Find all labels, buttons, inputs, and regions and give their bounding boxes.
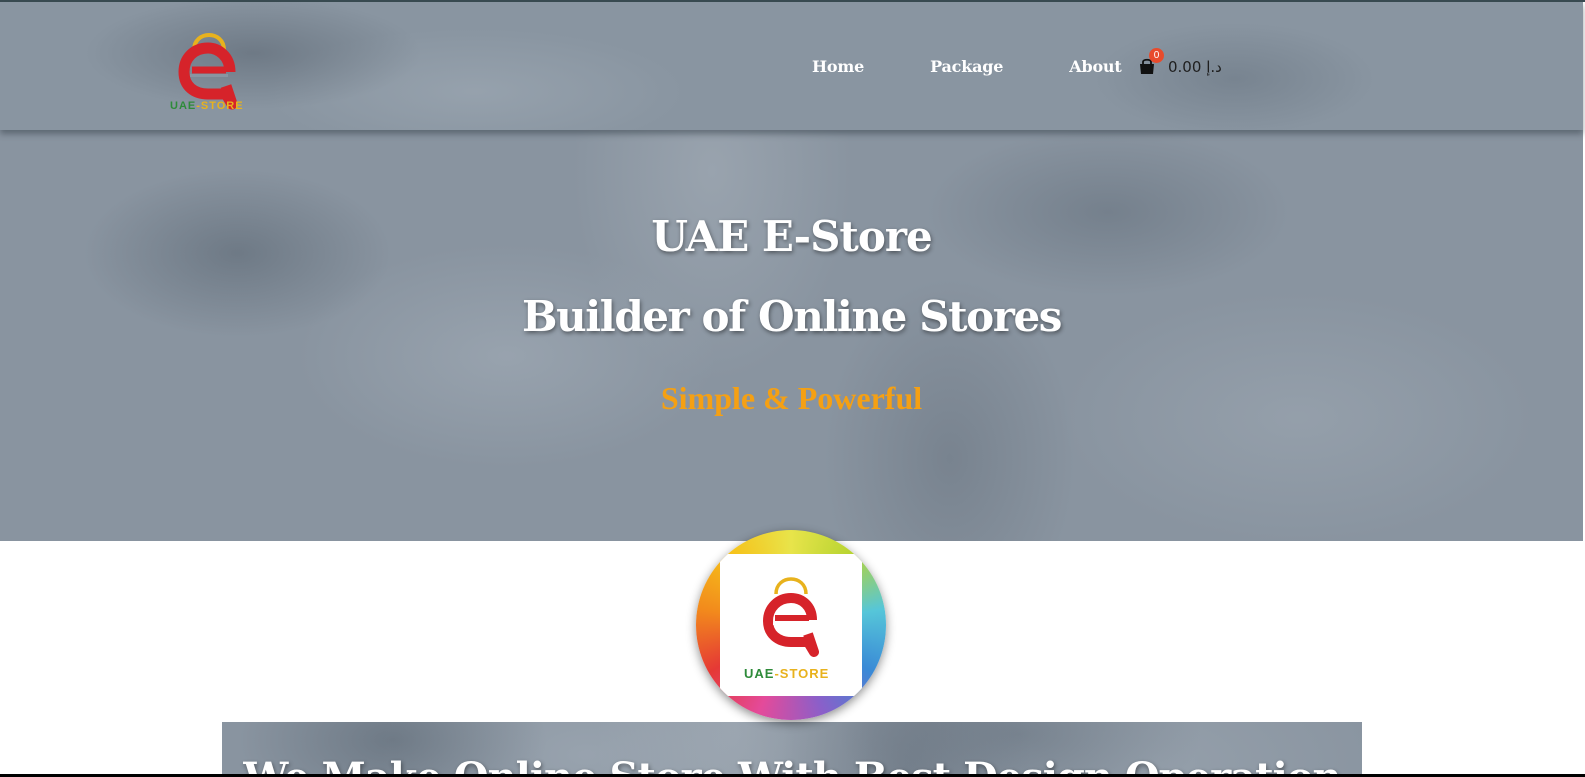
- cart-widget[interactable]: 0 د.إ 0.00: [1138, 48, 1222, 77]
- feature-band: We Make Online Store With Best Design Op…: [222, 722, 1362, 777]
- brand-badge: UAE-STORE: [696, 530, 886, 720]
- cart-count-badge: 0: [1149, 48, 1164, 63]
- hero-section: UAE E-Store Builder of Online Stores Sim…: [0, 130, 1583, 541]
- badge-text-store: -STORE: [774, 666, 830, 681]
- badge-text-uae: UAE: [744, 666, 775, 681]
- main-nav: Home Package About: [812, 57, 1188, 76]
- cart-total: د.إ 0.00: [1168, 58, 1222, 76]
- cart-icon-wrapper[interactable]: 0: [1138, 48, 1164, 77]
- logo-wordmark: UAE-STORE: [170, 100, 254, 112]
- hero-tagline: Simple & Powerful: [660, 380, 923, 416]
- logo-text-store: -STORE: [196, 100, 244, 112]
- cart-amount-value: 0.00: [1168, 58, 1202, 76]
- brand-badge-card: UAE-STORE: [720, 554, 862, 696]
- logo-text-uae: UAE: [170, 100, 197, 112]
- badge-wordmark: UAE-STORE: [744, 666, 864, 681]
- hero-title-line1: UAE E-Store: [651, 212, 932, 261]
- site-logo[interactable]: UAE-STORE: [168, 20, 252, 116]
- hero-title-line2: Builder of Online Stores: [521, 292, 1062, 341]
- nav-about[interactable]: About: [1069, 57, 1122, 76]
- cart-currency: د.إ: [1206, 58, 1222, 76]
- page: UAE-STORE Home Package About 0 د.إ 0.00 …: [0, 0, 1585, 777]
- nav-home[interactable]: Home: [812, 57, 864, 76]
- site-header: UAE-STORE Home Package About 0 د.إ 0.00: [0, 2, 1583, 130]
- nav-package[interactable]: Package: [930, 57, 1003, 76]
